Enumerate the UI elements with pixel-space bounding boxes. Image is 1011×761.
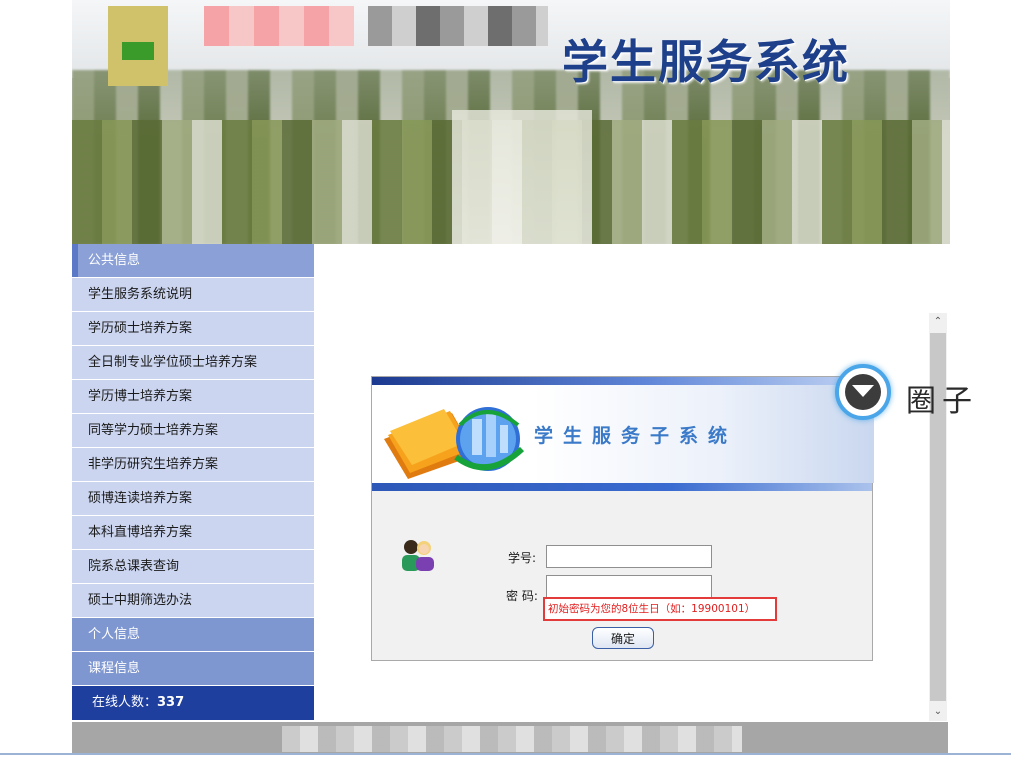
sidebar-item-fulltime-professional-masters-plan[interactable]: 全日制专业学位硕士培养方案	[72, 346, 314, 380]
users-icon	[402, 540, 434, 571]
sidebar-item-masters-phd-plan[interactable]: 硕博连读培养方案	[72, 482, 314, 516]
login-title: 学生服务子系统	[534, 425, 738, 447]
password-input[interactable]	[546, 575, 712, 598]
section-course-info[interactable]: 课程信息	[72, 652, 314, 686]
sidebar-item-non-degree-plan[interactable]: 非学历研究生培养方案	[72, 448, 314, 482]
section-personal-info[interactable]: 个人信息	[72, 618, 314, 652]
online-count-label: 在线人数：	[92, 695, 158, 710]
bottom-divider	[0, 753, 1011, 755]
sidebar-item-doctoral-plan[interactable]: 学历博士培养方案	[72, 380, 314, 414]
password-label: 密 码:	[506, 589, 538, 603]
online-count-value: 337	[157, 695, 185, 710]
footer-text-redacted	[282, 726, 742, 752]
section-public-info[interactable]: 公共信息	[72, 244, 314, 278]
sidebar-item-department-schedule[interactable]: 院系总课表查询	[72, 550, 314, 584]
watermark-logo-icon	[835, 364, 891, 420]
school-name-redacted-2	[368, 6, 548, 46]
chevron-up-icon[interactable]: ⌃	[929, 313, 947, 331]
folder-globe-logo-icon	[384, 407, 525, 479]
banner: 学生服务系统	[72, 0, 950, 244]
school-logo-redacted	[108, 6, 168, 86]
footer	[72, 722, 948, 754]
sidebar-item-midterm-screening[interactable]: 硕士中期筛选办法	[72, 584, 314, 618]
school-name-redacted	[204, 6, 354, 46]
login-top-bar	[372, 377, 872, 385]
student-id-label: 学号:	[508, 551, 537, 565]
student-id-input[interactable]	[546, 545, 712, 568]
confirm-button[interactable]: 确定	[592, 627, 654, 649]
banner-title: 学生服务系统	[562, 35, 850, 89]
sidebar-item-system-guide[interactable]: 学生服务系统说明	[72, 278, 314, 312]
watermark-text: 圈子	[906, 384, 978, 419]
sidebar-item-masters-plan[interactable]: 学历硕士培养方案	[72, 312, 314, 346]
sidebar-item-equivalent-masters-plan[interactable]: 同等学力硕士培养方案	[72, 414, 314, 448]
chevron-down-icon[interactable]: ⌄	[929, 703, 947, 721]
initial-password-hint: 初始密码为您的8位生日（如：19900101）	[543, 597, 777, 621]
banner-road	[452, 110, 592, 244]
sidebar: 公共信息 学生服务系统说明 学历硕士培养方案 全日制专业学位硕士培养方案 学历博…	[72, 244, 314, 720]
login-mid-bar	[372, 483, 872, 491]
sidebar-item-direct-phd-plan[interactable]: 本科直博培养方案	[72, 516, 314, 550]
login-panel: 学生服务子系统 学号: 密 码: 初始密码为您的8位生日（如：19900101）…	[371, 376, 874, 661]
online-count-bar: 在线人数：337	[72, 686, 314, 720]
scrollbar[interactable]: ⌃ ⌄	[929, 313, 947, 721]
